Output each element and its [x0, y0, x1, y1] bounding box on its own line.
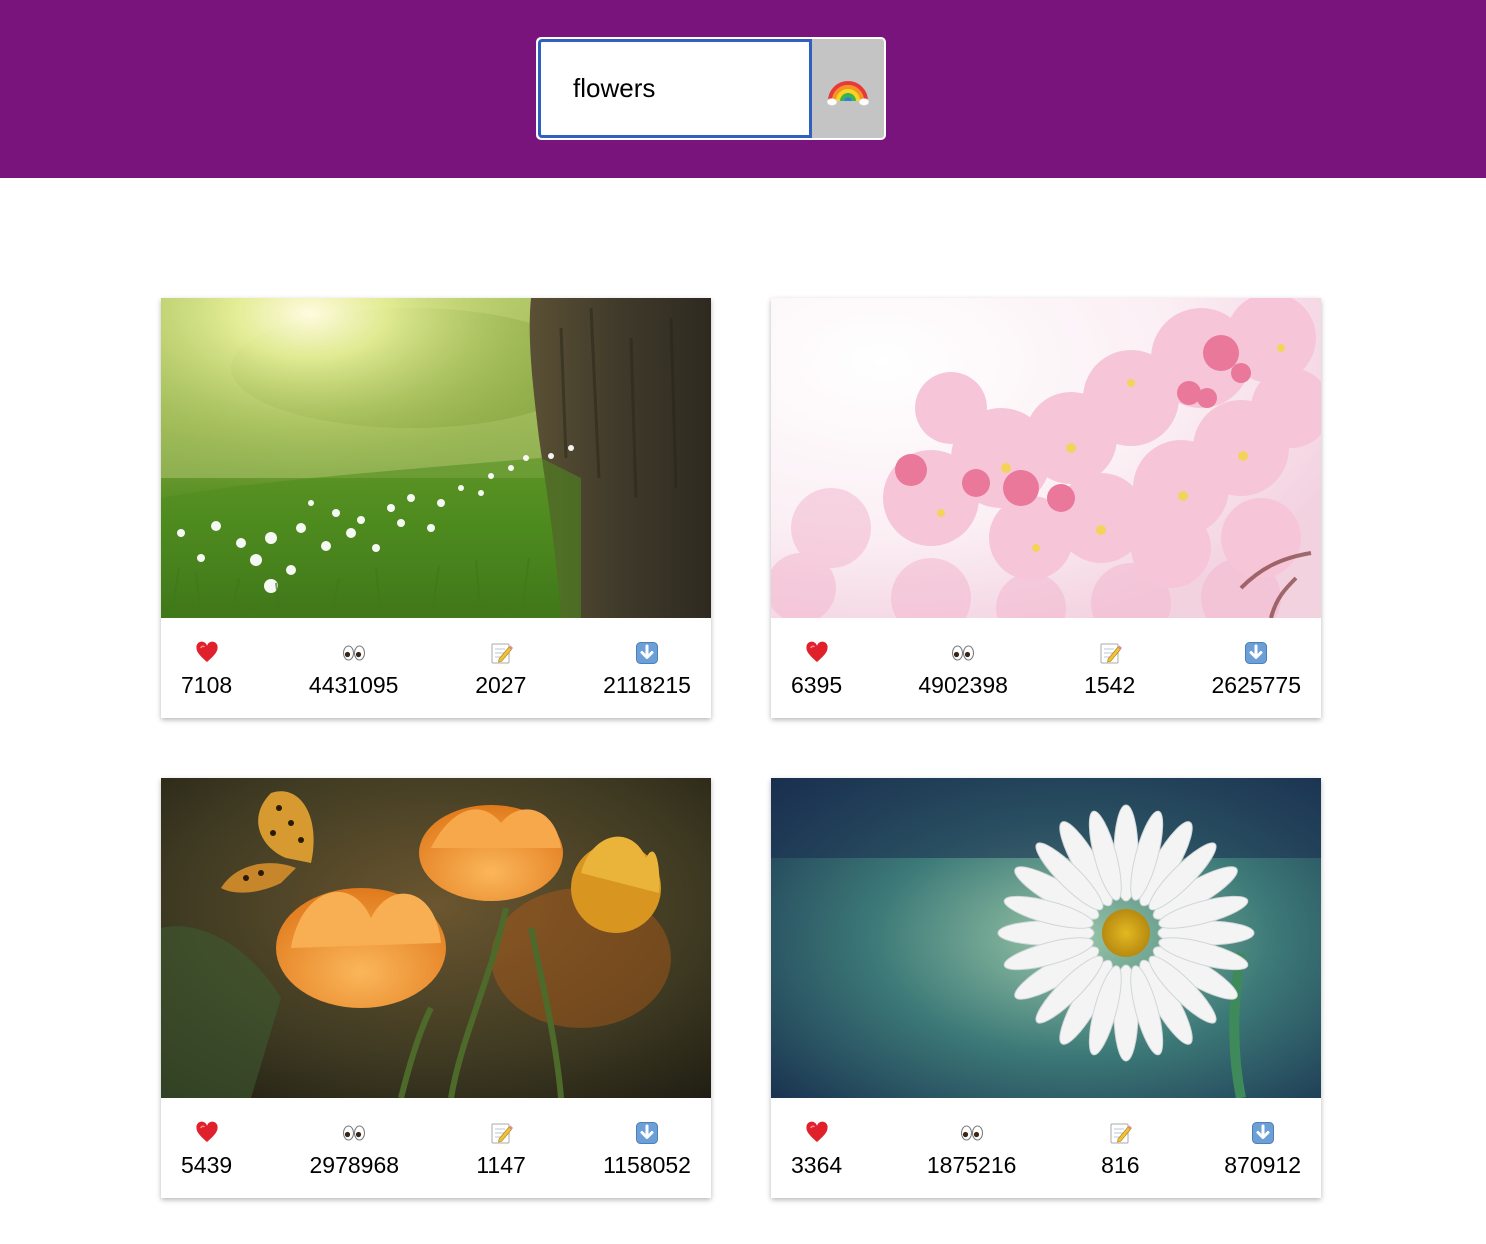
- rainbow-icon: [826, 65, 870, 112]
- image-card[interactable]: 6395 4902398 1542 2625775: [771, 298, 1321, 718]
- eyes-icon: [341, 640, 367, 666]
- downloads-count: 870912: [1224, 1152, 1301, 1178]
- stats-bar: 5439 2978968 1147 1158052: [161, 1098, 711, 1198]
- downloads-count: 2625775: [1211, 672, 1301, 698]
- likes-stat: 5439: [181, 1120, 232, 1198]
- downloads-stat: 2625775: [1211, 640, 1301, 718]
- likes-count: 7108: [181, 672, 233, 698]
- eyes-icon: [950, 640, 976, 666]
- views-stat: 4902398: [918, 640, 1008, 718]
- stats-bar: 3364 1875216 816 870912: [771, 1098, 1321, 1198]
- image-gallery: 7108 4431095 2027 2118215 6395 4902398 1…: [161, 298, 1321, 1198]
- image-card[interactable]: 7108 4431095 2027 2118215: [161, 298, 711, 718]
- views-count: 4431095: [308, 672, 399, 698]
- likes-count: 3364: [791, 1152, 843, 1178]
- views-stat: 4431095: [308, 640, 399, 718]
- daisy-image[interactable]: [771, 778, 1321, 1098]
- downloads-count: 2118215: [603, 672, 691, 698]
- down-arrow-icon: [1250, 1120, 1276, 1146]
- views-count: 2978968: [309, 1152, 400, 1178]
- image-card[interactable]: 3364 1875216 816 870912: [771, 778, 1321, 1198]
- header-bar: [0, 0, 1486, 178]
- heart-icon: [804, 640, 830, 666]
- likes-stat: 6395: [791, 640, 842, 718]
- memo-icon: [1097, 640, 1123, 666]
- comments-count: 816: [1101, 1152, 1140, 1178]
- comments-stat: 1542: [1084, 640, 1135, 718]
- views-stat: 2978968: [309, 1120, 399, 1198]
- memo-icon: [488, 640, 514, 666]
- views-stat: 1875216: [926, 1120, 1017, 1198]
- cherry-blossom-image[interactable]: [771, 298, 1321, 618]
- views-count: 4902398: [918, 672, 1008, 698]
- orange-flowers-image[interactable]: [161, 778, 711, 1098]
- heart-icon: [804, 1120, 830, 1146]
- downloads-stat: 2118215: [603, 640, 691, 718]
- comments-count: 1147: [476, 1152, 526, 1178]
- comments-count: 1542: [1084, 672, 1136, 698]
- downloads-stat: 1158052: [603, 1120, 691, 1198]
- search-button[interactable]: [812, 39, 884, 138]
- eyes-icon: [341, 1120, 367, 1146]
- comments-count: 2027: [475, 672, 527, 698]
- likes-stat: 3364: [791, 1120, 842, 1198]
- comments-stat: 1147: [476, 1120, 526, 1198]
- heart-icon: [194, 1120, 220, 1146]
- eyes-icon: [959, 1120, 985, 1146]
- memo-icon: [488, 1120, 514, 1146]
- search-form: [536, 37, 886, 140]
- likes-stat: 7108: [181, 640, 232, 718]
- comments-stat: 2027: [475, 640, 526, 718]
- comments-stat: 816: [1101, 1120, 1140, 1198]
- likes-count: 6395: [791, 672, 843, 698]
- down-arrow-icon: [1243, 640, 1269, 666]
- stats-bar: 6395 4902398 1542 2625775: [771, 618, 1321, 718]
- meadow-image[interactable]: [161, 298, 711, 618]
- stats-bar: 7108 4431095 2027 2118215: [161, 618, 711, 718]
- image-card[interactable]: 5439 2978968 1147 1158052: [161, 778, 711, 1198]
- likes-count: 5439: [181, 1152, 233, 1178]
- downloads-stat: 870912: [1224, 1120, 1301, 1198]
- downloads-count: 1158052: [603, 1152, 691, 1178]
- views-count: 1875216: [926, 1152, 1017, 1178]
- down-arrow-icon: [634, 1120, 660, 1146]
- down-arrow-icon: [634, 640, 660, 666]
- heart-icon: [194, 640, 220, 666]
- memo-icon: [1107, 1120, 1133, 1146]
- search-input[interactable]: [538, 39, 812, 138]
